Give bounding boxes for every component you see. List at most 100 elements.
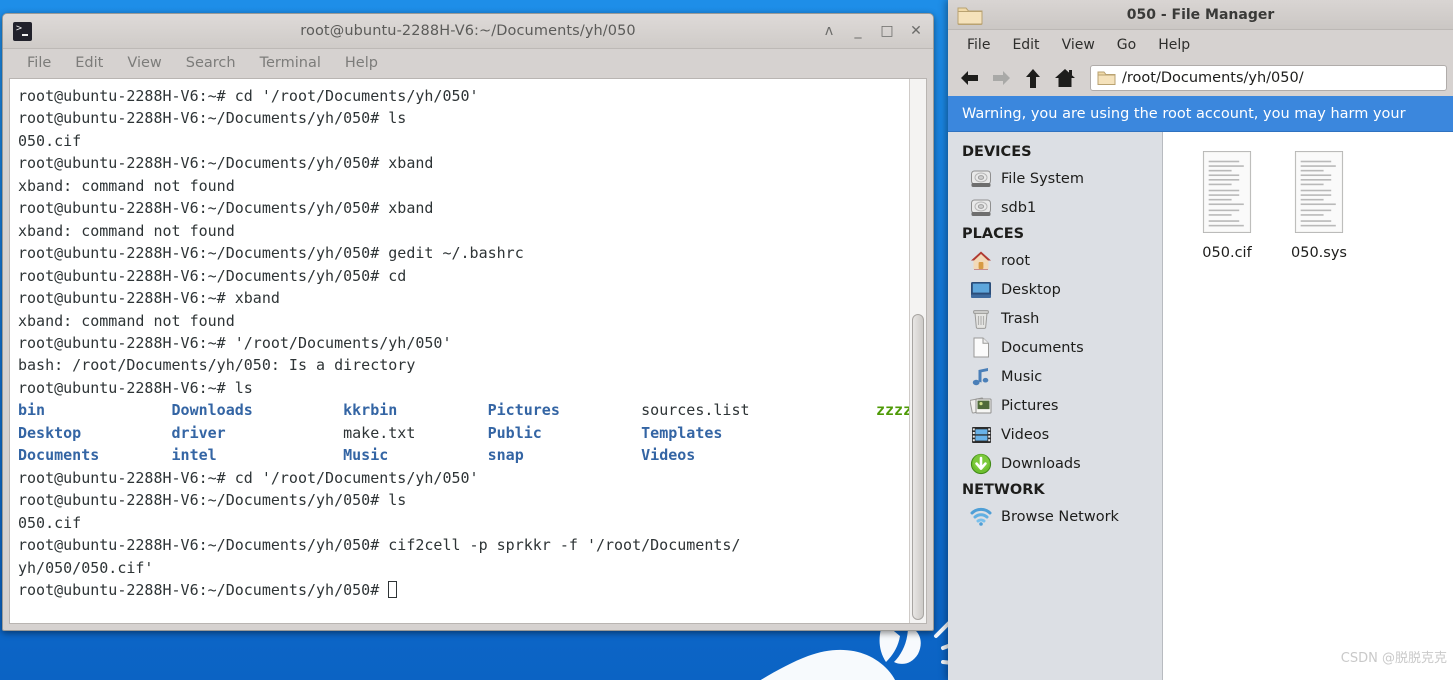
ls-entry: Documents bbox=[18, 446, 100, 465]
terminal-command-line: root@ubuntu-2288H-V6:~/Documents/yh/050#… bbox=[18, 244, 524, 263]
sidebar-item-browse-network[interactable]: Browse Network bbox=[948, 502, 1162, 531]
terminal-command-line: root@ubuntu-2288H-V6:~# cd '/root/Docume… bbox=[18, 468, 479, 487]
sidebar-item-trash[interactable]: Trash bbox=[948, 304, 1162, 333]
terminal-command-line: root@ubuntu-2288H-V6:~# '/root/Documents… bbox=[18, 333, 452, 352]
text-document-icon bbox=[1286, 150, 1352, 238]
terminal-body[interactable]: root@ubuntu-2288H-V6:~# cd '/root/Docume… bbox=[9, 78, 927, 624]
document-icon bbox=[970, 337, 992, 359]
sidebar-item-downloads[interactable]: Downloads bbox=[948, 449, 1162, 478]
path-bar[interactable]: /root/Documents/yh/050/ bbox=[1090, 65, 1447, 91]
terminal-screen[interactable]: root@ubuntu-2288H-V6:~# cd '/root/Docume… bbox=[10, 79, 909, 623]
fm-menu-help[interactable]: Help bbox=[1147, 34, 1201, 56]
terminal-ls-row: Documents intel Music snap Videos bbox=[18, 444, 909, 466]
terminal-output-line: 050.cif bbox=[18, 131, 82, 150]
sidebar-item-sdb1[interactable]: sdb1 bbox=[948, 193, 1162, 222]
terminal-scrollbar-thumb[interactable] bbox=[912, 314, 924, 620]
terminal-output-line: bash: /root/Documents/yh/050: Is a direc… bbox=[18, 356, 416, 375]
terminal-ls-row: bin Downloads kkrbin Pictures sources.li… bbox=[18, 399, 909, 421]
terminal-command-line: root@ubuntu-2288H-V6:~/Documents/yh/050#… bbox=[18, 199, 434, 218]
ls-entry: make.txt bbox=[343, 423, 416, 442]
home-folder-icon bbox=[970, 250, 992, 272]
shade-button[interactable]: ʌ bbox=[821, 22, 837, 40]
sidebar-item-file-system[interactable]: File System bbox=[948, 164, 1162, 193]
menu-terminal[interactable]: Terminal bbox=[250, 53, 335, 74]
terminal-command-line: root@ubuntu-2288H-V6:~/Documents/yh/050#… bbox=[18, 491, 407, 510]
terminal-title: root@ubuntu-2288H-V6:~/Documents/yh/050 bbox=[300, 23, 636, 39]
file-manager-title: 050 - File Manager bbox=[1126, 6, 1275, 23]
fm-menu-go[interactable]: Go bbox=[1106, 34, 1147, 56]
terminal-command-line: root@ubuntu-2288H-V6:~# cd '/root/Docume… bbox=[18, 87, 479, 105]
terminal-output-line: 050.cif bbox=[18, 513, 82, 532]
file-item[interactable]: 050.sys bbox=[1273, 148, 1365, 261]
film-icon bbox=[970, 424, 992, 446]
desktop: root@ubuntu-2288H-V6:~/Documents/yh/050 … bbox=[0, 0, 1453, 680]
sidebar-item-pictures[interactable]: Pictures bbox=[948, 391, 1162, 420]
terminal-window-buttons: ʌ _ □ ✕ bbox=[821, 22, 924, 40]
terminal-icon bbox=[13, 21, 32, 41]
menu-file[interactable]: File bbox=[17, 53, 65, 74]
file-manager-sidebar[interactable]: DEVICES File System sdb1 PLACES root Desktop T… bbox=[948, 132, 1163, 680]
path-text: /root/Documents/yh/050/ bbox=[1122, 70, 1304, 86]
file-manager-window[interactable]: 050 - File Manager File Edit View Go Hel… bbox=[948, 0, 1453, 680]
terminal-ls-row: Desktop driver make.txt Public Templates bbox=[18, 422, 909, 444]
terminal-menubar: File Edit View Search Terminal Help bbox=[3, 49, 933, 78]
file-manager-menubar: File Edit View Go Help bbox=[948, 30, 1453, 60]
ls-entry: intel bbox=[171, 446, 217, 465]
ls-entry: Music bbox=[343, 446, 389, 465]
terminal-titlebar[interactable]: root@ubuntu-2288H-V6:~/Documents/yh/050 … bbox=[3, 14, 933, 49]
ls-entry: Templates bbox=[641, 423, 723, 442]
sidebar-item-desktop[interactable]: Desktop bbox=[948, 275, 1162, 304]
up-arrow-icon[interactable] bbox=[1022, 67, 1044, 89]
sidebar-item-label: Videos bbox=[1001, 426, 1050, 443]
network-icon bbox=[970, 506, 992, 528]
terminal-command-line: root@ubuntu-2288H-V6:~/Documents/yh/050#… bbox=[18, 154, 434, 173]
sidebar-item-label: Pictures bbox=[1001, 397, 1059, 414]
terminal-command-line: root@ubuntu-2288H-V6:~/Documents/yh/050#… bbox=[18, 536, 741, 555]
terminal-output-line: yh/050/050.cif' bbox=[18, 558, 154, 577]
file-manager-titlebar[interactable]: 050 - File Manager bbox=[948, 0, 1453, 30]
menu-help[interactable]: Help bbox=[335, 53, 392, 74]
ls-entry: Downloads bbox=[171, 401, 253, 420]
file-manager-toolbar: /root/Documents/yh/050/ bbox=[948, 60, 1453, 96]
trash-icon bbox=[970, 308, 992, 330]
terminal-command-line: root@ubuntu-2288H-V6:~/Documents/yh/050#… bbox=[18, 266, 407, 285]
menu-view[interactable]: View bbox=[117, 53, 175, 74]
terminal-window[interactable]: root@ubuntu-2288H-V6:~/Documents/yh/050 … bbox=[2, 13, 934, 631]
sidebar-item-label: Documents bbox=[1001, 339, 1084, 356]
sidebar-item-label: Desktop bbox=[1001, 281, 1061, 298]
ls-entry: sources.list bbox=[641, 401, 750, 420]
terminal-output-line: xband: command not found bbox=[18, 311, 235, 330]
sidebar-item-videos[interactable]: Videos bbox=[948, 420, 1162, 449]
ls-entry: driver bbox=[171, 423, 226, 442]
text-document-icon bbox=[1194, 150, 1260, 238]
sidebar-item-documents[interactable]: Documents bbox=[948, 333, 1162, 362]
menu-search[interactable]: Search bbox=[176, 53, 250, 74]
back-arrow-icon[interactable] bbox=[958, 67, 980, 89]
sidebar-header-network: NETWORK bbox=[962, 482, 1045, 498]
home-icon[interactable] bbox=[1054, 67, 1076, 89]
ls-entry: snap bbox=[487, 446, 524, 465]
terminal-output-line: xband: command not found bbox=[18, 176, 235, 195]
sidebar-item-root[interactable]: root bbox=[948, 246, 1162, 275]
path-folder-icon bbox=[1097, 71, 1116, 85]
sidebar-header-devices: DEVICES bbox=[962, 144, 1032, 160]
ls-entry: Videos bbox=[641, 446, 696, 465]
minimize-button[interactable]: _ bbox=[850, 22, 866, 40]
fm-menu-view[interactable]: View bbox=[1051, 34, 1106, 56]
fm-menu-file[interactable]: File bbox=[956, 34, 1001, 56]
sidebar-item-label: sdb1 bbox=[1001, 199, 1037, 216]
watermark: CSDN @脱脱克克 bbox=[1340, 651, 1447, 666]
close-button[interactable]: ✕ bbox=[908, 22, 924, 40]
maximize-button[interactable]: □ bbox=[879, 22, 895, 40]
file-list-area[interactable]: 050.cif 050.sys CSDN @脱脱克克 bbox=[1163, 132, 1453, 680]
fm-menu-edit[interactable]: Edit bbox=[1001, 34, 1050, 56]
terminal-scrollbar[interactable] bbox=[909, 79, 926, 623]
terminal-command-line: root@ubuntu-2288H-V6:~# ls bbox=[18, 378, 253, 397]
terminal-cursor bbox=[388, 580, 398, 598]
hard-disk-icon bbox=[970, 168, 992, 190]
forward-arrow-icon bbox=[990, 67, 1012, 89]
sidebar-item-label: Music bbox=[1001, 368, 1043, 385]
sidebar-item-music[interactable]: Music bbox=[948, 362, 1162, 391]
file-item[interactable]: 050.cif bbox=[1181, 148, 1273, 261]
menu-edit[interactable]: Edit bbox=[65, 53, 117, 74]
